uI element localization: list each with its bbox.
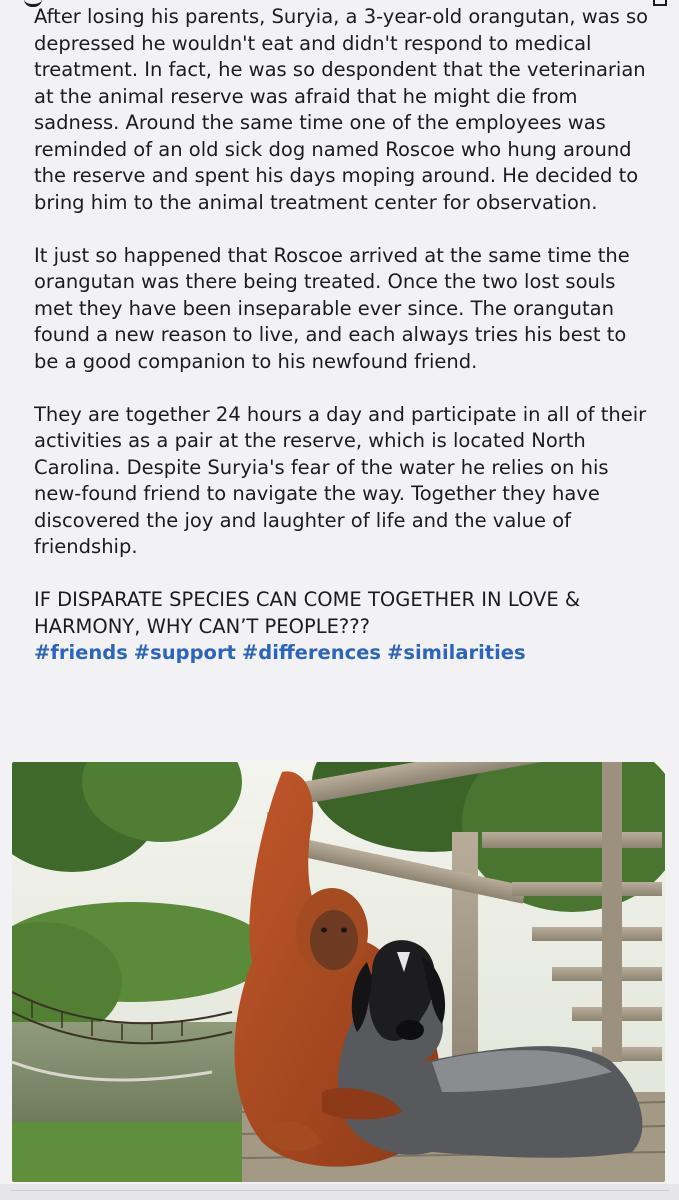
- post-paragraph-1: After losing his parents, Suryia, a 3-ye…: [34, 5, 649, 214]
- hashtag-link[interactable]: #similarities: [387, 641, 526, 664]
- hashtag-link[interactable]: #support: [134, 641, 236, 664]
- post-card: After losing his parents, Suryia, a 3-ye…: [0, 0, 679, 1200]
- post-paragraph-2: It just so happened that Roscoe arrived …: [34, 243, 630, 373]
- bottom-bar: [0, 1184, 679, 1200]
- divider: [10, 1190, 669, 1191]
- hashtag-link[interactable]: #friends: [34, 641, 128, 664]
- hashtag-link[interactable]: #differences: [242, 641, 381, 664]
- hashtag-row: #friends #support #differences #similaritie…: [34, 640, 654, 667]
- post-body: After losing his parents, Suryia, a 3-ye…: [34, 4, 654, 667]
- post-photo[interactable]: [12, 762, 665, 1182]
- more-icon: [653, 0, 667, 6]
- post-paragraph-3: They are together 24 hours a day and par…: [34, 402, 647, 559]
- post-paragraph-4: IF DISPARATE SPECIES CAN COME TOGETHER I…: [34, 588, 581, 638]
- photo-illustration: [12, 762, 665, 1182]
